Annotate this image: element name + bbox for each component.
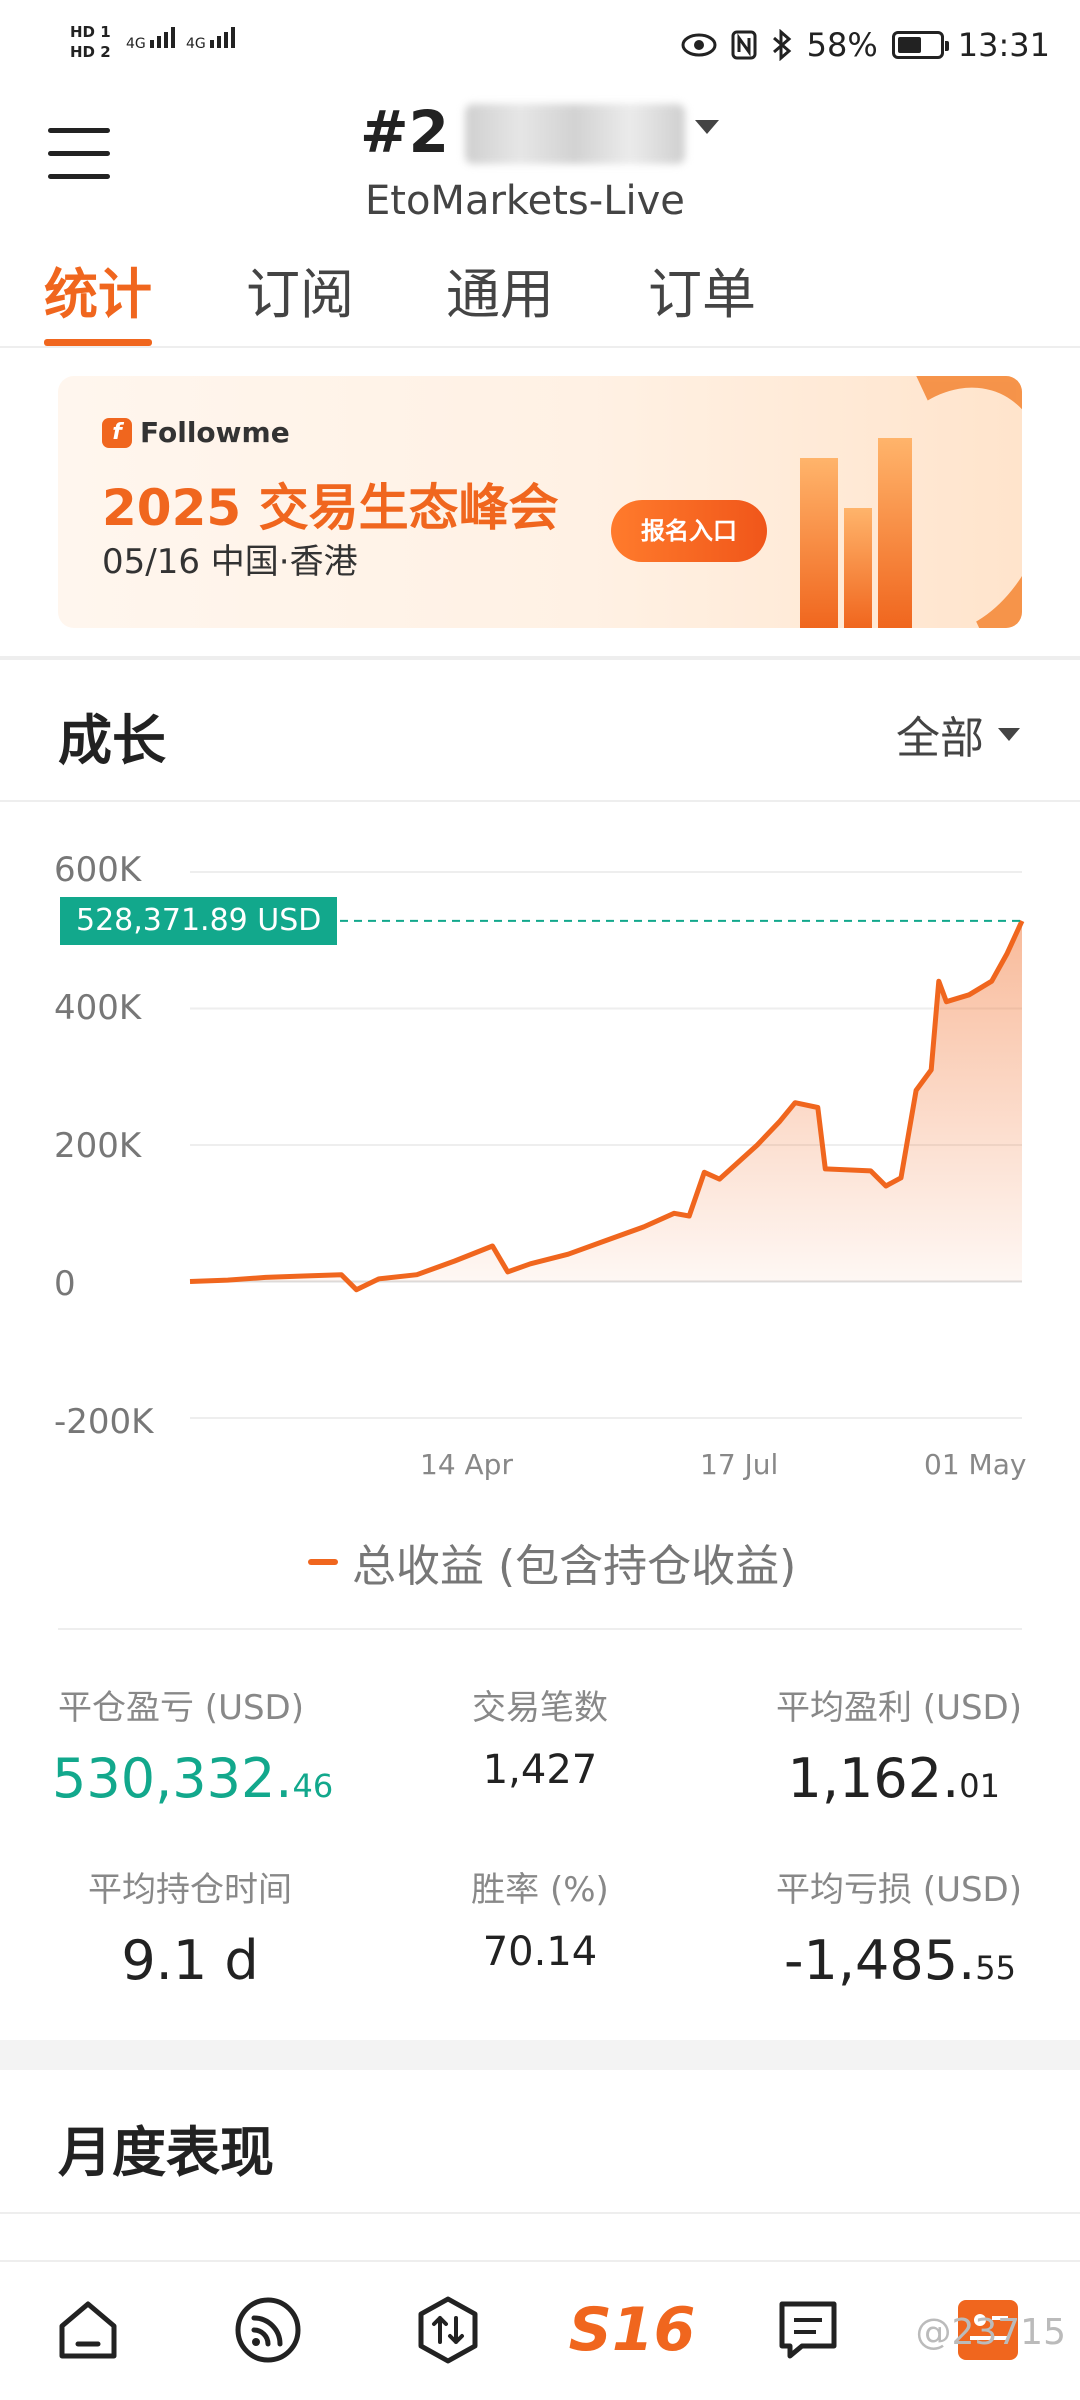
current-value-tag: 528,371.89 USD	[60, 896, 338, 945]
stat-avg-profit: 平均盈利 (USD) 1,162.01	[776, 1688, 1022, 1810]
section-divider	[0, 2040, 1080, 2070]
chart-legend: 总收益 (包含持仓收益)	[308, 1530, 796, 1594]
feed-icon[interactable]	[228, 2290, 308, 2370]
stat-win-rate: 胜率 (%) 70.14	[471, 1870, 609, 1975]
legend-swatch	[308, 1559, 338, 1565]
stat-avg-hold: 平均持仓时间 9.1 d	[88, 1870, 292, 1992]
s16-icon[interactable]: S16	[569, 2290, 696, 2370]
series-area	[190, 920, 1022, 1290]
message-icon[interactable]	[768, 2290, 848, 2370]
x-tick: 01 May	[924, 1448, 1027, 1481]
x-tick: 17 Jul	[700, 1448, 779, 1481]
watermark: @23715	[915, 2312, 1066, 2353]
x-tick: 14 Apr	[420, 1448, 513, 1481]
monthly-title: 月度表现	[58, 2121, 274, 2184]
home-icon[interactable]	[48, 2290, 128, 2370]
trade-icon[interactable]	[408, 2290, 488, 2370]
legend-label: 总收益 (包含持仓收益)	[352, 1541, 797, 1592]
stat-avg-loss: 平均亏损 (USD) -1,485.55	[776, 1870, 1022, 1992]
stat-closed-pnl: 平仓盈亏 (USD) 530,332.46	[52, 1688, 334, 1810]
stat-trades: 交易笔数 1,427	[472, 1688, 608, 1793]
